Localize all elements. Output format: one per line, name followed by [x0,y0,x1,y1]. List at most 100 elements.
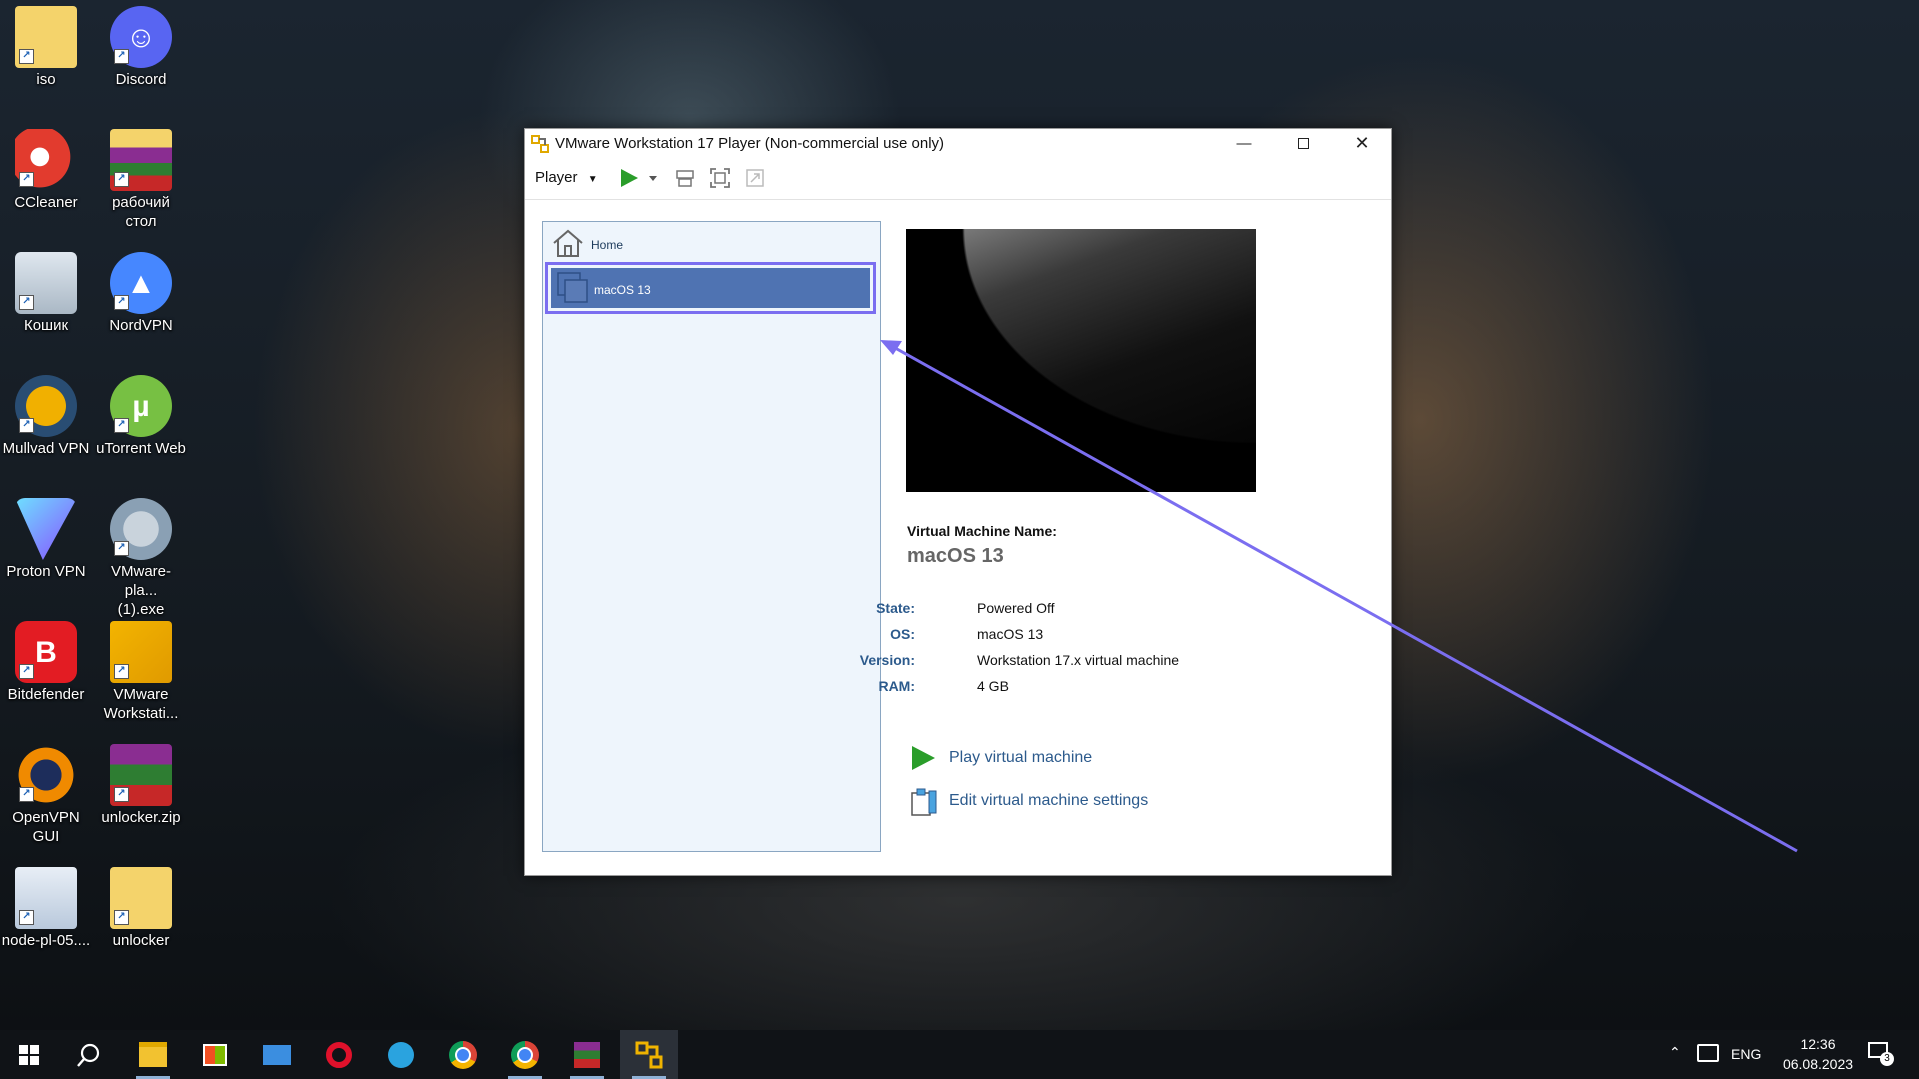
vmware-app-icon [531,135,549,153]
shortcut-arrow-icon: ↗ [19,541,34,556]
shortcut-arrow-icon: ↗ [114,49,129,64]
title-bar[interactable]: VMware Workstation 17 Player (Non-commer… [525,129,1391,157]
state-value: Powered Off [977,600,1055,616]
clock[interactable]: 12:36 06.08.2023 [1778,1036,1858,1072]
vmware-icon: ↗ [110,621,172,683]
desktop-icon-label: рабочий стол [112,194,170,230]
close-button[interactable]: ✕ [1333,129,1391,157]
taskbar-microsoft-store[interactable] [186,1030,244,1079]
desktop-icon-label: OpenVPN GUI [12,809,80,845]
vm-name-value: macOS 13 [907,545,1004,567]
library-home-item[interactable]: Home [549,226,869,260]
desktop-icon-discord[interactable]: ☺ ↗ Discord [95,6,187,89]
send-ctrl-alt-del-icon[interactable] [674,167,696,189]
os-key: OS: [890,626,915,642]
desktop-icon-vmware-pla[interactable]: ↗ VMware-pla... (1).exe [95,498,187,619]
mail-icon [263,1044,291,1065]
home-icon [553,229,583,257]
network-icon[interactable] [1697,1044,1719,1062]
vm-name-heading: Virtual Machine Name: [907,523,1057,539]
bitdefender-icon: B ↗ [15,621,77,683]
desktop-icon-ccleaner[interactable]: ↗ CCleaner [0,129,92,212]
desktop-icon-label: NordVPN [109,317,173,334]
archive-icon: ↗ [110,129,172,191]
desktop-icon-кошик[interactable]: ↗ Кошик [0,252,92,335]
edit-vm-settings-link[interactable]: Edit virtual machine settings [949,792,1148,810]
desktop-icon-iso[interactable]: ↗ iso [0,6,92,89]
taskbar-chrome-profile[interactable] [496,1030,554,1079]
vm-preview-thumbnail [906,229,1256,492]
library-home-label: Home [591,238,624,252]
desktop-icon-unlocker-zip[interactable]: ↗ unlocker.zip [95,744,187,827]
chrome-icon [449,1040,477,1069]
shortcut-arrow-icon: ↗ [19,295,34,310]
desktop-icon-openvpn[interactable]: ↗ OpenVPN GUI [0,744,92,846]
desktop-icon-label: iso [36,71,56,88]
desktop-icon-label: Bitdefender [7,686,85,703]
desktop-icon-unlocker[interactable]: ↗ unlocker [95,867,187,950]
play-vm-link[interactable]: Play virtual machine [949,749,1092,767]
desktop-icon-label: node-pl-05.... [1,932,91,949]
store-icon [203,1043,227,1066]
player-menu-button[interactable]: Player ▼ [535,169,598,186]
shortcut-arrow-icon: ↗ [19,49,34,64]
taskbar-file-explorer[interactable] [124,1030,182,1079]
fullscreen-icon[interactable] [709,167,731,189]
search-icon [77,1043,100,1067]
desktop-icon-vmware[interactable]: ↗ VMware Workstati... [95,621,187,723]
winrar-icon [574,1041,600,1068]
discord-icon: ☺ ↗ [110,6,172,68]
protonvpn-icon: ↗ [15,498,77,560]
desktop-icon-label: uTorrent Web [96,440,186,457]
desktop-icon-utorrent-web[interactable]: µ ↗ uTorrent Web [95,375,187,458]
desktop-icon-node-pl-05[interactable]: ↗ node-pl-05.... [0,867,92,950]
shortcut-arrow-icon: ↗ [19,664,34,679]
taskbar-vmware-player[interactable] [620,1030,678,1079]
ram-value: 4 GB [977,678,1009,694]
desktop-icon-label: VMware Workstati... [103,686,179,722]
start-button[interactable] [0,1030,58,1079]
desktop-icon-bitdefender[interactable]: B ↗ Bitdefender [0,621,92,704]
play-icon[interactable] [618,167,640,189]
folder-icon: ↗ [15,6,77,68]
shortcut-arrow-icon: ↗ [114,910,129,925]
desktop-icon-label: unlocker.zip [101,809,181,826]
vm-library-panel: Home macOS 13 [542,221,881,852]
minimize-button[interactable]: — [1215,129,1273,157]
taskbar-mail[interactable] [248,1030,306,1079]
library-vm-item[interactable]: macOS 13 [545,262,876,314]
notifications-button[interactable]: 3 [1868,1042,1894,1066]
unity-icon[interactable] [744,167,766,189]
close-icon: ✕ [1354,132,1370,153]
chrome-profile-icon [511,1040,539,1069]
desktop-icon-mullvad-vpn[interactable]: ↗ Mullvad VPN [0,375,92,458]
maximize-button[interactable] [1274,129,1332,157]
installer-icon: ↗ [110,498,172,560]
desktop-icon-proton-vpn[interactable]: ↗ Proton VPN [0,498,92,581]
desktop-icon-nordvpn[interactable]: ▲ ↗ NordVPN [95,252,187,335]
toolbar: Player ▼ [525,157,1391,200]
language-indicator[interactable]: ENG [1731,1046,1761,1062]
taskbar-chrome[interactable] [434,1030,492,1079]
show-hidden-icons-chevron-icon[interactable]: ⌃ [1669,1044,1681,1061]
taskbar-opera[interactable] [310,1030,368,1079]
winrar-icon: ↗ [110,744,172,806]
folder-icon: ↗ [110,867,172,929]
taskbar-winrar[interactable] [558,1030,616,1079]
window-title: VMware Workstation 17 Player (Non-commer… [555,135,945,152]
openvpn-config-icon: ↗ [15,867,77,929]
shortcut-arrow-icon: ↗ [114,787,129,802]
recycle-bin-icon: ↗ [15,252,77,314]
taskbar-telegram[interactable] [372,1030,430,1079]
shortcut-arrow-icon: ↗ [19,418,34,433]
play-options-chevron-icon[interactable] [647,167,659,189]
shortcut-arrow-icon: ↗ [114,664,129,679]
desktop-icon-label: Proton VPN [6,563,86,580]
search-button[interactable] [60,1030,118,1079]
desktop-icon-рабочий[interactable]: ↗ рабочий стол [95,129,187,231]
maximize-icon [1297,137,1309,149]
notification-count: 3 [1880,1052,1894,1066]
telegram-icon [388,1041,414,1068]
play-icon [912,746,935,770]
vmware-player-window: VMware Workstation 17 Player (Non-commer… [524,128,1392,876]
